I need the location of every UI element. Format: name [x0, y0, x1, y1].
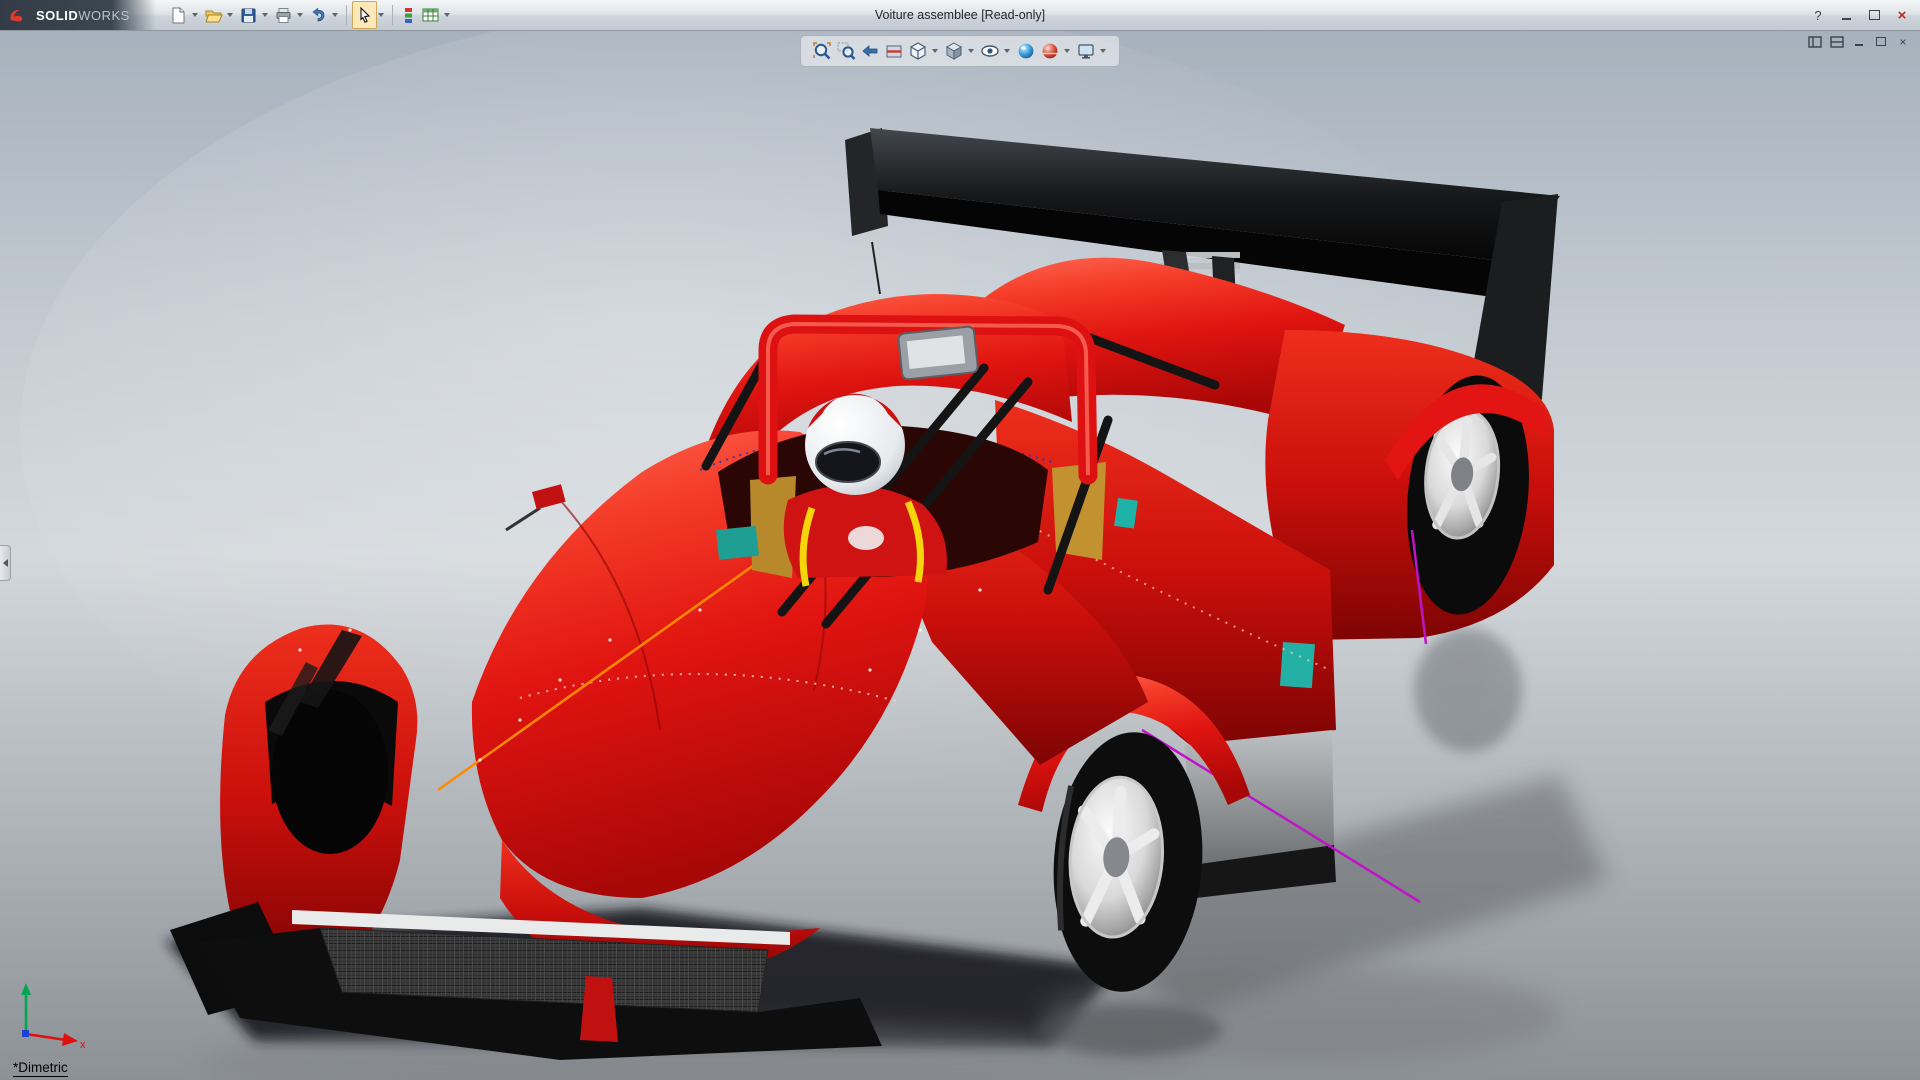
brand-text: SOLIDWORKS — [36, 8, 130, 23]
select-button[interactable] — [352, 1, 377, 29]
undo-button[interactable] — [306, 1, 331, 29]
zoom-to-fit-icon — [812, 41, 832, 61]
doc-minimize-icon — [1855, 44, 1863, 46]
view-settings-caret[interactable] — [1100, 49, 1106, 53]
apply-scene-button[interactable] — [1039, 38, 1061, 64]
window-controls: ? × — [1806, 5, 1920, 25]
window-title: Voiture assemblee [Read-only] — [875, 8, 1045, 22]
view-orientation-label: *Dimetric — [13, 1060, 68, 1077]
print-icon — [274, 6, 293, 25]
new-document-button[interactable] — [166, 1, 191, 29]
zoom-to-area-button[interactable] — [835, 38, 857, 64]
display-style-caret[interactable] — [968, 49, 974, 53]
save-button[interactable] — [236, 1, 261, 29]
new-document-caret[interactable] — [192, 13, 198, 17]
feature-manager-collapse-tab[interactable] — [0, 545, 11, 581]
brand-suffix: WORKS — [78, 8, 130, 23]
3d-scene[interactable] — [0, 30, 1920, 1080]
reference-triad: x — [10, 980, 94, 1054]
previous-view-button[interactable] — [859, 38, 881, 64]
previous-view-icon — [860, 41, 880, 61]
minimize-button[interactable] — [1834, 5, 1858, 25]
open-folder-icon — [204, 6, 223, 25]
view-settings-button[interactable] — [1075, 38, 1097, 64]
display-style-icon — [944, 41, 964, 61]
toolbar-separator — [392, 5, 393, 25]
edit-appearance-icon — [1016, 41, 1036, 61]
doc-restore-icon — [1876, 37, 1886, 46]
color-display-icon — [401, 6, 415, 25]
title-bar: SOLIDWORKS — [0, 0, 1920, 31]
undo-icon — [309, 6, 328, 25]
print-caret[interactable] — [297, 13, 303, 17]
maximize-icon — [1869, 10, 1880, 20]
pane-split-button[interactable] — [1828, 34, 1846, 49]
color-display-button[interactable] — [398, 1, 418, 29]
toolbar-separator — [346, 5, 347, 25]
apply-scene-icon — [1040, 41, 1060, 61]
graphics-viewport[interactable]: × x *Dimetric — [0, 30, 1920, 1080]
view-orientation-button[interactable] — [907, 38, 929, 64]
heads-up-view-toolbar — [800, 35, 1120, 67]
solidworks-logo: SOLIDWORKS — [0, 0, 156, 30]
standard-toolbar — [166, 1, 453, 29]
close-button[interactable]: × — [1890, 5, 1914, 25]
zoom-to-fit-button[interactable] — [811, 38, 833, 64]
view-orientation-caret[interactable] — [932, 49, 938, 53]
hide-show-items-button[interactable] — [979, 38, 1001, 64]
doc-minimize-button[interactable] — [1850, 34, 1868, 49]
hide-show-items-icon — [980, 41, 1000, 61]
view-settings-icon — [1076, 41, 1096, 61]
print-button[interactable] — [271, 1, 296, 29]
brand-prefix: SOLID — [36, 8, 78, 23]
section-view-icon — [884, 41, 904, 61]
save-caret[interactable] — [262, 13, 268, 17]
pane-left-icon — [1808, 36, 1822, 48]
select-caret[interactable] — [378, 13, 384, 17]
collapse-arrow-icon — [3, 559, 8, 567]
section-view-button[interactable] — [883, 38, 905, 64]
view-orientation-icon — [908, 41, 928, 61]
ds-logo-icon — [8, 7, 30, 23]
select-cursor-icon — [355, 6, 374, 25]
document-window-controls: × — [1806, 34, 1912, 49]
edit-appearance-button[interactable] — [1015, 38, 1037, 64]
design-table-caret[interactable] — [444, 13, 450, 17]
new-document-icon — [169, 6, 188, 25]
design-table-button[interactable] — [418, 1, 443, 29]
save-floppy-icon — [239, 6, 258, 25]
axis-x-label: x — [80, 1039, 86, 1051]
doc-close-button[interactable]: × — [1894, 34, 1912, 49]
open-button[interactable] — [201, 1, 226, 29]
open-caret[interactable] — [227, 13, 233, 17]
design-table-icon — [421, 6, 440, 25]
zoom-to-area-icon — [836, 41, 856, 61]
rear-view-mirror — [898, 326, 978, 380]
doc-restore-button[interactable] — [1872, 34, 1890, 49]
help-button[interactable]: ? — [1806, 5, 1830, 25]
pane-left-button[interactable] — [1806, 34, 1824, 49]
display-style-button[interactable] — [943, 38, 965, 64]
maximize-button[interactable] — [1862, 5, 1886, 25]
undo-caret[interactable] — [332, 13, 338, 17]
hide-show-items-caret[interactable] — [1004, 49, 1010, 53]
minimize-icon — [1842, 18, 1851, 20]
apply-scene-caret[interactable] — [1064, 49, 1070, 53]
pane-split-icon — [1830, 36, 1844, 48]
